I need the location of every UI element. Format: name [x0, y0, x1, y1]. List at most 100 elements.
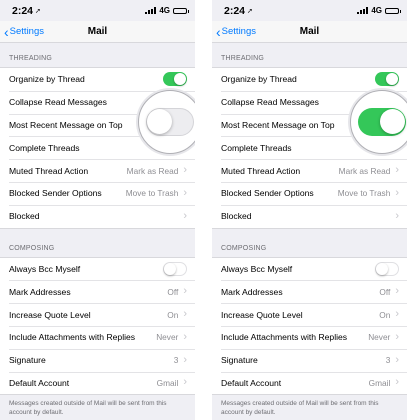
row-signature[interactable]: Signature 3 ›	[212, 348, 407, 372]
row-mark-addresses[interactable]: Mark Addresses Off ›	[0, 280, 195, 303]
chevron-right-icon: ›	[395, 330, 399, 343]
composing-group: Always Bcc Myself Mark Addresses Off › I…	[0, 256, 195, 396]
back-label: Settings	[9, 26, 44, 37]
row-label: Blocked Sender Options	[221, 188, 314, 199]
nav-bar: ‹ Settings Mail	[212, 21, 407, 43]
nav-bar: ‹ Settings Mail	[0, 21, 195, 43]
always-bcc-toggle[interactable]	[375, 261, 399, 276]
status-right: 4G	[357, 6, 401, 15]
signal-icon	[145, 7, 157, 14]
row-muted-thread-action[interactable]: Muted Thread Action Mark as Read ›	[0, 159, 195, 182]
row-label: Signature	[9, 355, 46, 366]
row-mark-addresses[interactable]: Mark Addresses Off ›	[212, 280, 407, 303]
row-label: Mark Addresses	[9, 286, 71, 297]
chevron-right-icon: ›	[183, 285, 187, 298]
row-value: On	[167, 309, 179, 320]
chevron-right-icon: ›	[183, 330, 187, 343]
most-recent-on-top-toggle[interactable]	[358, 108, 406, 136]
status-bar: 2:24 ➚ 4G	[212, 0, 407, 21]
row-include-attachments[interactable]: Include Attachments with Replies Never ›	[0, 325, 195, 349]
row-default-account[interactable]: Default Account Gmail ›	[0, 371, 195, 395]
chevron-right-icon: ›	[395, 353, 399, 366]
row-value: Off	[379, 286, 391, 297]
chevron-right-icon: ›	[395, 164, 399, 177]
status-bar: 2:24 ➚ 4G	[0, 0, 195, 21]
chevron-right-icon: ›	[183, 308, 187, 321]
row-label: Blocked Sender Options	[9, 188, 102, 199]
chevron-right-icon: ›	[395, 285, 399, 298]
row-value: On	[379, 309, 391, 320]
chevron-right-icon: ›	[183, 376, 187, 389]
row-value: Move to Trash	[125, 188, 179, 199]
row-label: Organize by Thread	[221, 74, 297, 85]
network-label: 4G	[371, 6, 382, 15]
section-header-threading: THREADING	[9, 55, 53, 62]
row-value: Off	[167, 286, 179, 297]
row-signature[interactable]: Signature 3 ›	[0, 348, 195, 372]
chevron-right-icon: ›	[395, 376, 399, 389]
chevron-left-icon: ‹	[216, 23, 221, 40]
back-button[interactable]: ‹ Settings	[212, 25, 256, 39]
row-label: Always Bcc Myself	[221, 263, 293, 274]
battery-icon	[173, 7, 189, 14]
status-time: 2:24 ➚	[224, 4, 253, 17]
row-value: 3	[173, 355, 179, 366]
row-label: Mark Addresses	[221, 286, 283, 297]
row-label: Increase Quote Level	[221, 309, 303, 320]
row-label: Include Attachments with Replies	[9, 332, 136, 343]
chevron-right-icon: ›	[395, 186, 399, 199]
section-header-composing: COMPOSING	[9, 244, 55, 252]
row-increase-quote-level[interactable]: Increase Quote Level On ›	[212, 303, 407, 326]
row-label: Muted Thread Action	[221, 165, 301, 176]
back-label: Settings	[221, 26, 256, 37]
organize-by-thread-toggle[interactable]	[375, 72, 399, 87]
location-arrow-icon: ➚	[35, 7, 41, 15]
row-label: Always Bcc Myself	[9, 263, 81, 274]
row-include-attachments[interactable]: Include Attachments with Replies Never ›	[212, 325, 407, 349]
phone-screen-before: 2:24 ➚ 4G ‹ Settings Mail THREADING Organ…	[0, 0, 195, 420]
row-value: Gmail	[368, 377, 391, 388]
footer-note: Messages created outside of Mail will be…	[221, 400, 379, 416]
row-label: Default Account	[221, 377, 282, 388]
chevron-right-icon: ›	[395, 308, 399, 321]
most-recent-on-top-toggle[interactable]	[146, 108, 194, 136]
signal-icon	[357, 7, 369, 14]
row-label: Signature	[221, 355, 258, 366]
chevron-right-icon: ›	[183, 209, 187, 222]
row-blocked[interactable]: Blocked ›	[0, 204, 195, 228]
zoom-highlight	[350, 90, 407, 154]
battery-icon	[385, 7, 401, 14]
row-always-bcc-myself: Always Bcc Myself	[212, 258, 407, 281]
always-bcc-toggle[interactable]	[163, 261, 187, 276]
row-label: Muted Thread Action	[9, 165, 89, 176]
chevron-right-icon: ›	[183, 353, 187, 366]
row-value: Never	[156, 332, 179, 343]
section-header-threading: THREADING	[221, 55, 265, 62]
row-value: Never	[368, 332, 391, 343]
row-label: Default Account	[9, 377, 70, 388]
status-right: 4G	[145, 6, 189, 15]
composing-group: Always Bcc Myself Mark Addresses Off › I…	[212, 256, 407, 396]
organize-by-thread-toggle[interactable]	[163, 72, 187, 87]
zoom-highlight	[138, 90, 195, 154]
row-value: Move to Trash	[337, 188, 391, 199]
location-arrow-icon: ➚	[247, 7, 253, 15]
chevron-right-icon: ›	[395, 209, 399, 222]
network-label: 4G	[159, 6, 170, 15]
row-value: 3	[385, 355, 391, 366]
row-always-bcc-myself: Always Bcc Myself	[0, 258, 195, 281]
row-muted-thread-action[interactable]: Muted Thread Action Mark as Read ›	[212, 159, 407, 182]
footer-note: Messages created outside of Mail will be…	[9, 400, 167, 416]
row-organize-by-thread: Organize by Thread	[212, 68, 407, 91]
status-time: 2:24 ➚	[12, 4, 41, 17]
row-blocked[interactable]: Blocked ›	[212, 204, 407, 228]
phone-screen-after: 2:24 ➚ 4G ‹ Settings Mail THREADING Organ…	[212, 0, 407, 420]
back-button[interactable]: ‹ Settings	[0, 25, 44, 39]
row-blocked-sender-options[interactable]: Blocked Sender Options Move to Trash ›	[212, 181, 407, 205]
row-value: Gmail	[156, 377, 179, 388]
row-increase-quote-level[interactable]: Increase Quote Level On ›	[0, 303, 195, 326]
row-blocked-sender-options[interactable]: Blocked Sender Options Move to Trash ›	[0, 181, 195, 205]
row-value: Mark as Read	[126, 165, 179, 176]
row-default-account[interactable]: Default Account Gmail ›	[212, 371, 407, 395]
chevron-right-icon: ›	[183, 164, 187, 177]
